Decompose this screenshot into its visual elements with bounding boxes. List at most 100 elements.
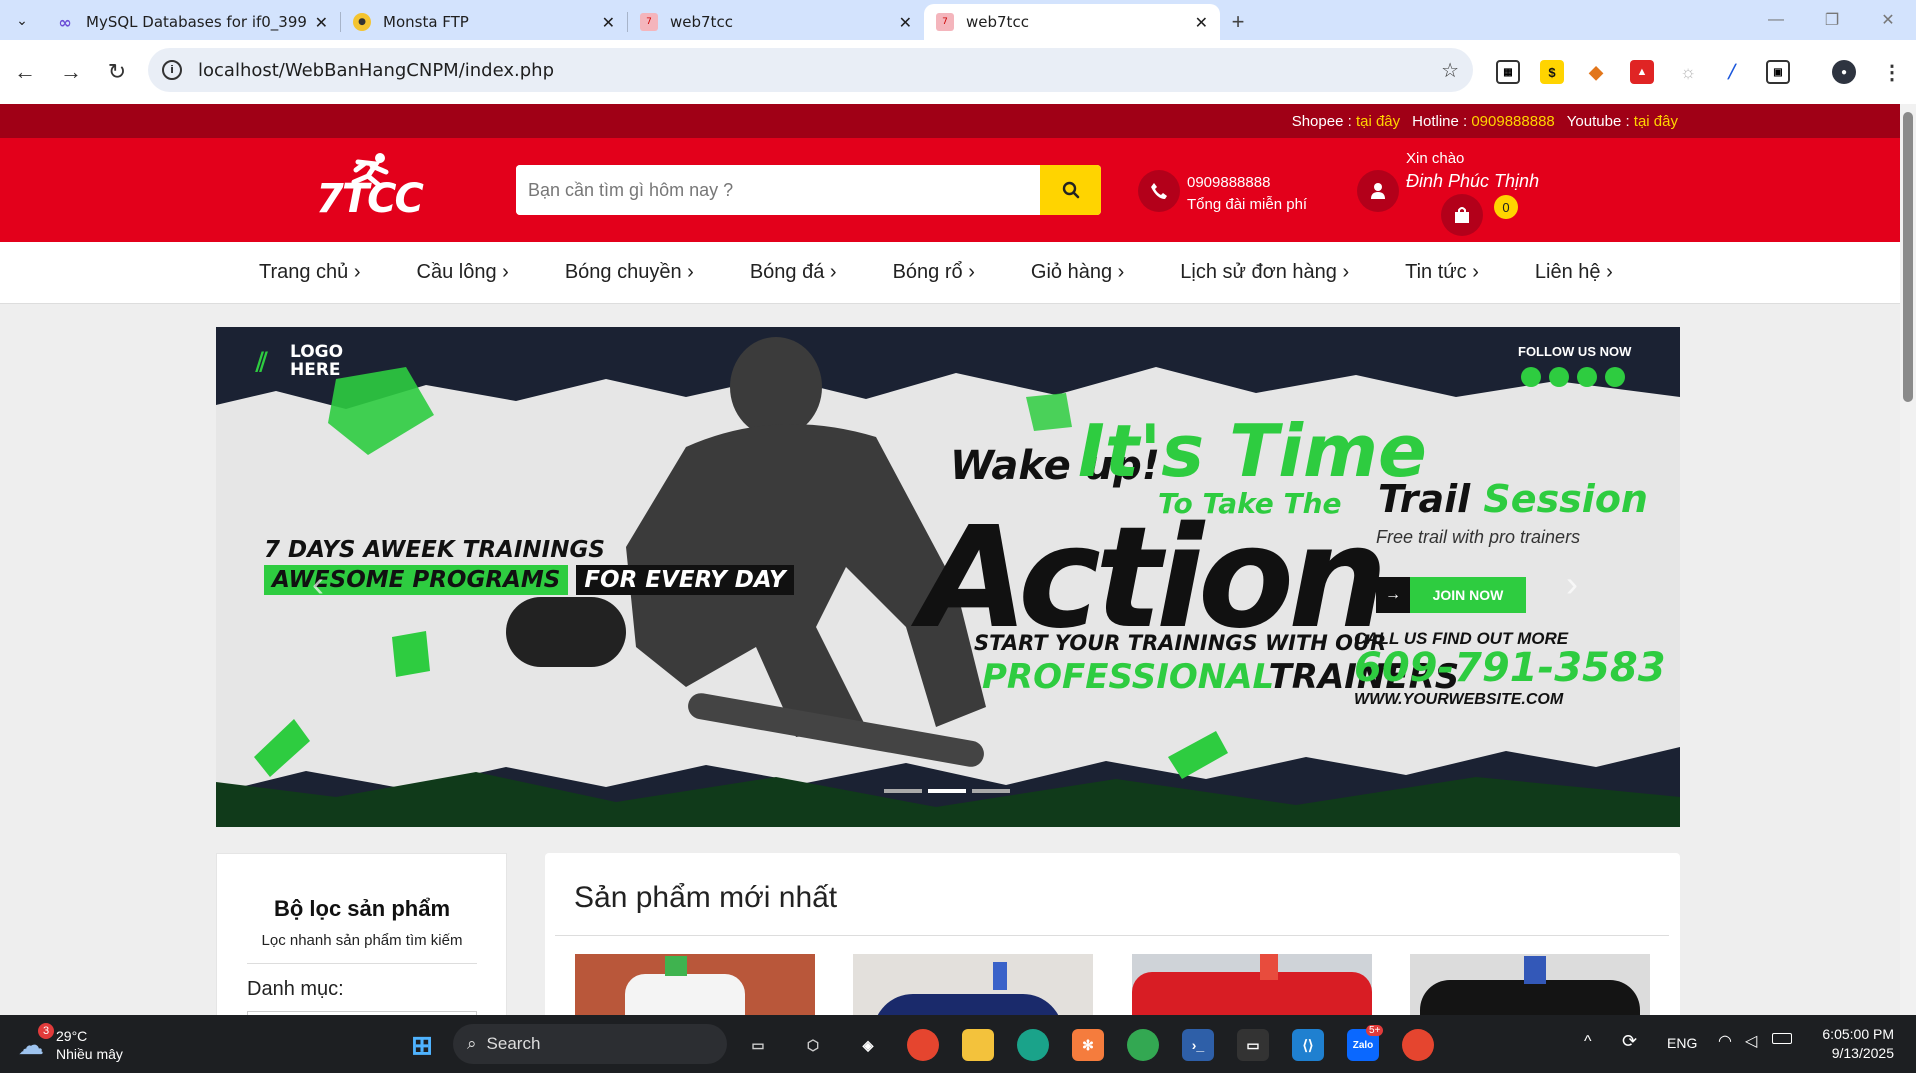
file-explorer-icon[interactable] [962,1029,994,1061]
nav-item-cau-long[interactable]: Cầu lông › [417,261,509,284]
clock[interactable]: 6:05:00 PM 9/13/2025 [1808,1025,1894,1063]
xampp-icon[interactable]: ✻ [1072,1029,1104,1061]
maximize-icon[interactable]: ❐ [1804,0,1860,40]
carousel-prev-arrow[interactable]: ‹ [312,563,324,605]
profile-avatar[interactable]: ● [1832,60,1856,84]
close-tab-icon[interactable]: ✕ [899,13,912,32]
site-logo[interactable]: 7TCC [316,152,424,228]
scrollbar-thumb[interactable] [1903,112,1913,402]
7tcc-icon: 7 [936,13,954,31]
banner-website-text: WWW.YOURWEBSITE.COM [1354,691,1564,708]
page-scrollbar[interactable] [1900,104,1916,1015]
browser-tab[interactable]: ● Monsta FTP ✕ [341,4,627,40]
twitter-icon[interactable] [1549,367,1569,387]
search-button[interactable] [1040,165,1101,215]
qr-extension-icon[interactable]: ▦ [1496,60,1520,84]
banner-its-time-text: It's Time [1078,409,1427,493]
carousel-next-arrow[interactable]: › [1566,563,1578,605]
minimize-icon[interactable]: — [1748,0,1804,40]
nav-item-bong-chuyen[interactable]: Bóng chuyền › [565,261,694,284]
pen-extension-icon[interactable]: ╱ [1720,60,1744,84]
nav-label: Bóng đá [749,261,825,283]
header-phone-number: 0909888888 [1187,174,1271,191]
extensions-puzzle-icon[interactable]: ▣ [1766,60,1790,84]
banner-logo-icon: ⫽ [256,347,268,377]
volume-icon[interactable]: ◁ [1745,1031,1757,1051]
new-tab-button[interactable]: + [1220,4,1256,40]
hero-banner-carousel[interactable]: ⫽ LOGO HERE FOLLOW US NOW 7 DAYS AWEEK T… [216,327,1680,827]
carousel-indicator[interactable] [884,789,922,793]
user-icon-circle[interactable] [1357,170,1399,212]
powershell-icon[interactable]: ›_ [1182,1029,1214,1061]
nav-item-gio-hang[interactable]: Giỏ hàng › [1031,261,1124,284]
newest-products-panel: Sản phẩm mới nhất [545,853,1680,1015]
youtube-label: Youtube : [1566,112,1630,130]
app-icon[interactable]: ◈ [852,1029,884,1061]
terminal-icon[interactable]: ▭ [1237,1029,1269,1061]
weather-widget[interactable]: ☁ 3 29°C Nhiều mây [18,1023,123,1063]
red-extension-icon[interactable]: ▲ [1630,60,1654,84]
instagram-icon[interactable] [1605,367,1625,387]
carousel-indicator[interactable] [972,789,1010,793]
close-tab-icon[interactable]: ✕ [315,13,328,32]
nav-item-bong-ro[interactable]: Bóng rổ › [893,261,975,284]
carousel-indicators [884,789,1010,793]
chrome-icon[interactable] [907,1029,939,1061]
reload-button[interactable]: ↻ [94,52,140,92]
search-icon [1062,181,1079,199]
chevron-right-icon: › [687,261,694,283]
battery-icon[interactable] [1772,1033,1792,1044]
filter-panel: Bộ lọc sản phẩm Lọc nhanh sản phẩm tìm k… [216,853,507,1015]
user-name[interactable]: Đinh Phúc Thịnh [1406,171,1539,192]
nav-item-bong-da[interactable]: Bóng đá › [750,261,837,284]
address-bar[interactable]: i localhost/WebBanHangCNPM/index.php ☆ [148,48,1473,92]
close-tab-icon[interactable]: ✕ [602,13,615,32]
sync-icon[interactable]: ⟳ [1622,1031,1637,1052]
nav-item-lien-he[interactable]: Liên hệ › [1535,261,1613,284]
chrome-icon-2[interactable] [1402,1029,1434,1061]
snip-icon[interactable]: ⬡ [797,1029,829,1061]
nav-item-lich-su-don-hang[interactable]: Lịch sử đơn hàng › [1180,261,1349,284]
close-tab-icon[interactable]: ✕ [1195,13,1208,32]
tray-chevron-icon[interactable]: ^ [1584,1033,1592,1051]
close-window-icon[interactable]: ✕ [1860,0,1916,40]
banner-follow-text: FOLLOW US NOW [1518,344,1632,359]
task-view-icon[interactable]: ▭ [742,1029,774,1061]
category-label: Danh mục: [247,978,344,1000]
product-card[interactable] [1410,954,1650,1015]
banner-join-button[interactable]: → JOIN NOW [1376,577,1526,613]
tab-title: web7tcc [670,13,733,31]
search-icon: ⌕ [467,1034,477,1053]
sun-extension-icon[interactable]: ☼ [1676,60,1700,84]
windows-start-icon[interactable]: ⊞ [406,1029,438,1061]
youtube-link[interactable]: tại đây [1634,113,1678,130]
product-card[interactable] [575,954,815,1015]
cart-button[interactable] [1441,194,1483,236]
facebook-icon[interactable] [1521,367,1541,387]
back-button[interactable]: ← [2,52,48,92]
browser-tab-active[interactable]: 7 web7tcc ✕ [924,4,1220,40]
bookmark-star-icon[interactable]: ☆ [1441,58,1459,83]
browser-tab[interactable]: ∞ MySQL Databases for if0_39900 ✕ [44,4,340,40]
browser-menu-icon[interactable]: ⋮ [1880,60,1904,84]
metamask-extension-icon[interactable]: ◆ [1584,60,1608,84]
taskbar-search[interactable]: ⌕ Search [453,1024,727,1064]
browser-tab[interactable]: 7 web7tcc ✕ [628,4,924,40]
product-card[interactable] [1132,954,1372,1015]
shopee-link[interactable]: tại đây [1356,113,1400,130]
site-info-icon[interactable]: i [162,60,182,80]
dollar-extension-icon[interactable]: $ [1540,60,1564,84]
chrome-profile-icon[interactable] [1127,1029,1159,1061]
vscode-icon[interactable]: ⟨⟩ [1292,1029,1324,1061]
nav-item-trang-chu[interactable]: Trang chủ › [259,261,361,284]
youtube-icon[interactable] [1577,367,1597,387]
carousel-indicator-active[interactable] [928,789,966,793]
search-input[interactable] [516,165,1040,215]
product-card[interactable] [853,954,1093,1015]
nav-item-tin-tuc[interactable]: Tin tức › [1405,261,1479,284]
forward-button[interactable]: → [48,52,94,92]
edge-icon[interactable] [1017,1029,1049,1061]
tab-search-button[interactable]: ⌄ [0,0,44,40]
language-indicator[interactable]: ENG [1667,1035,1697,1051]
wifi-icon[interactable]: ◠ [1718,1031,1732,1051]
